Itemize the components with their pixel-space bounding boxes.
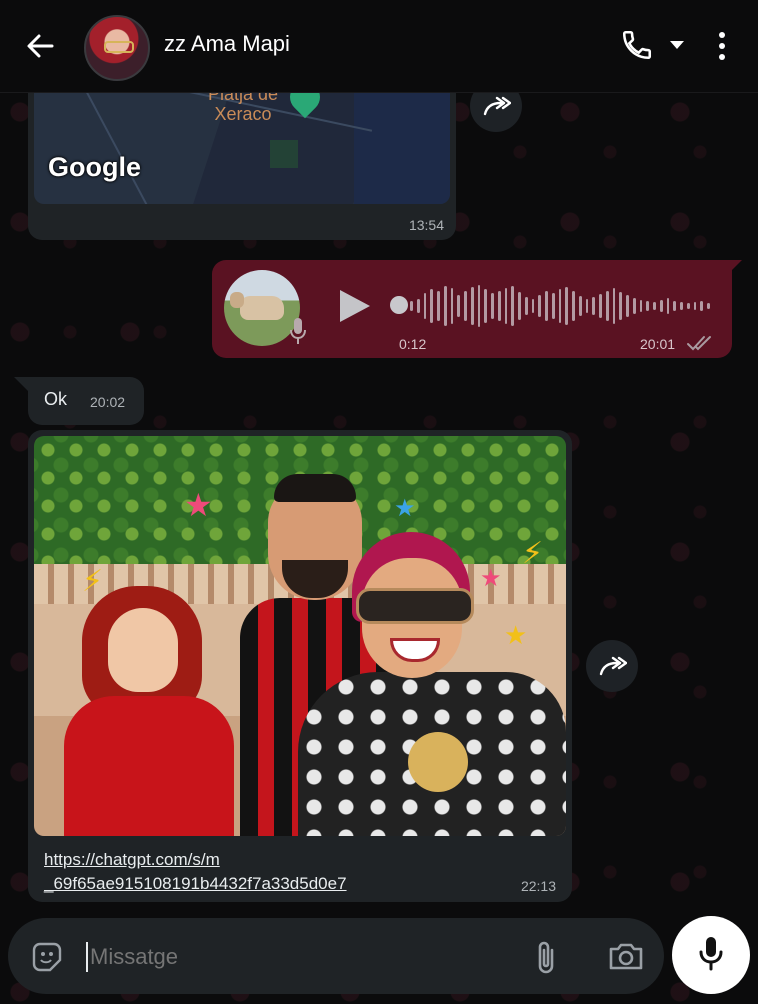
waveform-bar [680,302,683,310]
waveform-bar [585,299,589,313]
waveform-bar [626,295,629,317]
voice-note-message[interactable]: 0:12 20:01 [212,260,732,358]
waveform-bar [707,303,710,309]
waveform-bar [430,289,433,323]
lightning-sticker-icon: ⚡ [522,537,544,570]
message-time: 22:13 [520,878,556,894]
camera-icon[interactable] [608,940,644,977]
map-preview[interactable]: Platja de Xeraco Google [34,80,450,204]
waveform-bar [592,297,595,315]
message-link[interactable]: https://chatgpt.com/s/m _69f65ae91510819… [44,848,347,896]
forward-icon[interactable] [586,640,638,692]
double-check-icon [686,334,714,357]
sticker-icon[interactable] [30,940,64,979]
waveform-bar [518,292,521,320]
waveform-bar [524,297,528,315]
waveform-bar [646,301,649,311]
waveform-bar [538,295,541,317]
waveform-bar [612,288,616,324]
playback-scrubber[interactable] [390,296,408,314]
play-icon[interactable] [338,288,372,329]
text-message[interactable]: Ok 20:02 [28,377,144,425]
waveform-bar [470,287,474,325]
message-time: 13:54 [408,217,444,233]
waveform-bar [666,298,670,314]
mic-small-icon [288,316,308,351]
link-line-1[interactable]: https://chatgpt.com/s/m [44,848,347,872]
waveform-bar [450,288,454,324]
waveform-bar [443,286,447,326]
waveform-bar [511,286,514,326]
waveform-bar [565,287,568,325]
waveform-bar [416,299,420,313]
waveform-bar [491,293,494,319]
message-text: Ok [44,389,68,409]
waveform-bar [572,291,575,321]
message-input[interactable] [90,944,490,970]
contact-name[interactable]: zz Ama Mapi [164,31,290,57]
waveform-bar [558,289,562,323]
text-caret [86,942,88,972]
waveform-bar [632,298,636,314]
link-line-2[interactable]: _69f65ae915108191b4432f7a33d5d0e7 [44,872,347,896]
message-time: 20:02 [90,394,126,410]
waveform-bar [653,302,656,310]
waveform-bar [457,295,460,317]
attach-icon[interactable] [532,938,560,981]
star-sticker-icon: ★ [394,495,416,522]
waveform-bar [545,291,548,321]
waveform-bar [423,293,427,319]
back-arrow-icon[interactable] [22,28,58,64]
mic-icon [697,935,725,976]
chat-header: zz Ama Mapi [0,0,758,93]
star-sticker-icon: ★ [504,620,528,650]
message-time: 20:01 [640,336,676,352]
waveform-bar [504,288,508,324]
waveform-bar [477,285,481,327]
waveform-bar [599,294,602,318]
waveform-bar [639,300,643,312]
waveform[interactable] [410,284,710,328]
star-sticker-icon: ★ [480,565,502,592]
message-composer[interactable] [8,918,664,994]
waveform-bar [410,301,413,311]
waveform-bar [484,289,487,323]
waveform-bar [605,291,609,321]
waveform-bar [531,299,535,313]
record-voice-button[interactable] [672,916,750,994]
shared-image[interactable]: ★ ★ ★ ★ ⚡ ⚡ [34,436,566,836]
waveform-bar [497,291,501,321]
image-message[interactable]: ★ ★ ★ ★ ⚡ ⚡ https://chatgpt.com/s/m _69f… [28,430,572,902]
waveform-bar [686,303,690,309]
more-vert-icon[interactable] [712,30,732,67]
waveform-bar [464,291,467,321]
contact-avatar[interactable] [84,15,150,81]
google-logo: Google [48,152,141,182]
waveform-bar [700,301,703,311]
location-message[interactable]: Platja de Xeraco Google 13:54 [28,80,456,240]
star-sticker-icon: ★ [184,487,213,523]
waveform-bar [659,300,663,312]
waveform-bar [437,291,440,321]
dropdown-caret-icon[interactable] [668,38,686,57]
voice-call-icon[interactable] [620,28,654,67]
waveform-bar [551,293,555,319]
waveform-bar [673,301,676,311]
waveform-bar [619,292,622,320]
waveform-bar [578,296,582,316]
lightning-sticker-icon: ⚡ [82,565,104,598]
waveform-bar [693,302,697,310]
voice-duration: 0:12 [399,336,427,352]
